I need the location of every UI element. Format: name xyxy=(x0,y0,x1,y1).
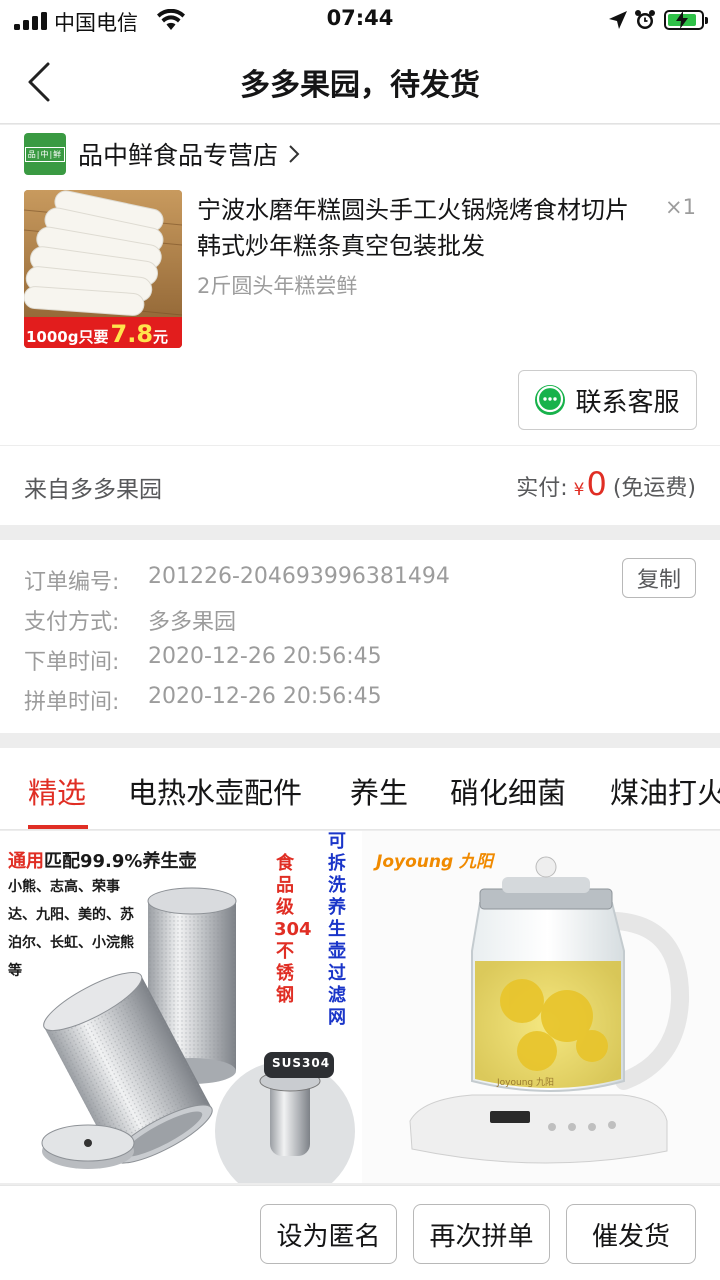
group-time-value: 2020-12-26 20:56:45 xyxy=(148,684,382,709)
chevron-right-icon xyxy=(289,145,300,163)
order-info-card: 订单编号: 201226-204693996381494 复制 支付方式: 多多… xyxy=(0,540,720,733)
battery-icon xyxy=(664,10,708,30)
store-link[interactable]: 品|中|鲜 品中鲜食品专营店 xyxy=(24,133,300,175)
product-quantity: ×1 xyxy=(665,195,696,219)
order-number-value: 201226-204693996381494 xyxy=(148,564,450,589)
payment-value: 0 xyxy=(586,465,607,503)
recommend-item-filter[interactable]: 通用匹配99.9%养生壶 小熊、志高、荣事达、九阳、美的、苏泊尔、长虹、小浣熊等… xyxy=(0,831,358,1183)
brand-logo: Joyoung 九阳 xyxy=(376,852,494,872)
product-spec: 2斤圆头年糕尝鲜 xyxy=(197,274,358,298)
order-time-key: 下单时间: xyxy=(24,650,120,675)
payment-label: 实付: xyxy=(516,476,568,501)
payment-method-row: 支付方式: 多多果园 xyxy=(24,604,236,636)
steel-grade-label: SUS304 xyxy=(272,1056,331,1070)
page-title: 多多果园，待发货 xyxy=(240,68,480,103)
urge-shipping-button[interactable]: 催发货 xyxy=(566,1204,696,1264)
contact-service-label: 联系客服 xyxy=(575,387,680,418)
order-number-row: 订单编号: 201226-204693996381494 xyxy=(24,564,450,596)
nav-bar: 多多果园，待发货 xyxy=(0,40,720,124)
order-source: 来自多多果园 xyxy=(24,477,162,503)
regroup-button[interactable]: 再次拼单 xyxy=(413,1204,550,1264)
filter-caption: 通用匹配99.9%养生壶 xyxy=(8,847,196,873)
filter-feature-text: 可拆洗 养生壶过滤网 xyxy=(328,831,346,1028)
tab-nitrifying-bacteria[interactable]: 硝化细菌 xyxy=(450,770,566,812)
order-number-key: 订单编号: xyxy=(24,570,120,595)
image-badge-unit: 元 xyxy=(153,328,169,346)
set-anonymous-button[interactable]: 设为匿名 xyxy=(260,1204,397,1264)
filter-compatible-brands: 小熊、志高、荣事达、九阳、美的、苏泊尔、长虹、小浣熊等 xyxy=(8,879,134,979)
image-badge-price: 7.8 xyxy=(110,320,154,348)
shipping-note: (免运费) xyxy=(612,476,696,501)
store-logo-text: 品|中|鲜 xyxy=(24,146,66,162)
store-name: 品中鲜食品专营店 xyxy=(78,141,279,170)
recommend-grid: 通用匹配99.9%养生壶 小熊、志高、荣事达、九阳、美的、苏泊尔、长虹、小浣熊等… xyxy=(0,831,720,1183)
location-icon xyxy=(609,11,627,29)
contact-service-button[interactable]: 联系客服 xyxy=(518,370,697,430)
filter-caption-red: 通用 xyxy=(8,851,44,872)
recommend-item-kettle[interactable]: Joyoung 九阳 Joyoung 九阳 xyxy=(362,831,720,1183)
chat-icon xyxy=(535,385,566,415)
group-time-key: 拼单时间: xyxy=(24,690,120,715)
kettle-device-brand: Joyoung 九阳 xyxy=(497,1078,554,1088)
order-card: 品|中|鲜 品中鲜食品专营店 1000g只要 7.8 元 宁波水磨年糕圆头手工火… xyxy=(0,125,720,525)
order-time-row: 下单时间: 2020-12-26 20:56:45 xyxy=(24,644,382,676)
payment-summary: 实付: ¥ 0 (免运费) xyxy=(516,465,696,503)
image-badge-text: 1000g只要 xyxy=(26,328,109,346)
tab-featured[interactable]: 精选 xyxy=(28,770,86,812)
store-logo: 品|中|鲜 xyxy=(24,133,66,175)
filter-material-text: 食品级304不锈钢 xyxy=(274,853,312,1006)
group-time-row: 拼单时间: 2020-12-26 20:56:45 xyxy=(24,684,382,716)
filter-caption-black: 匹配99.9%养生壶 xyxy=(44,851,197,872)
product-image[interactable]: 1000g只要 7.8 元 xyxy=(24,190,182,348)
order-time-value: 2020-12-26 20:56:45 xyxy=(148,644,382,669)
active-tab-indicator xyxy=(28,825,88,829)
tab-health[interactable]: 养生 xyxy=(350,770,408,812)
tab-kettle-parts[interactable]: 电热水壶配件 xyxy=(128,770,302,812)
product-title[interactable]: 宁波水磨年糕圆头手工火锅烧烤食材切片韩式炒年糕条真空包装批发 xyxy=(197,192,637,264)
bottom-action-bar: 设为匿名 再次拼单 催发货 xyxy=(0,1185,720,1280)
payment-method-key: 支付方式: xyxy=(24,610,120,635)
recommend-tabs: 精选 电热水壶配件 养生 硝化细菌 煤油打火 xyxy=(0,748,720,830)
kettle-picture xyxy=(409,856,690,1164)
divider xyxy=(0,445,720,446)
tab-kerosene-lighter[interactable]: 煤油打火 xyxy=(610,770,720,812)
alarm-icon xyxy=(635,10,655,29)
status-bar: 中国电信 07:44 xyxy=(0,0,720,40)
copy-button[interactable]: 复制 xyxy=(622,558,696,598)
payment-method-value: 多多果园 xyxy=(148,610,237,635)
payment-currency: ¥ xyxy=(573,480,585,500)
